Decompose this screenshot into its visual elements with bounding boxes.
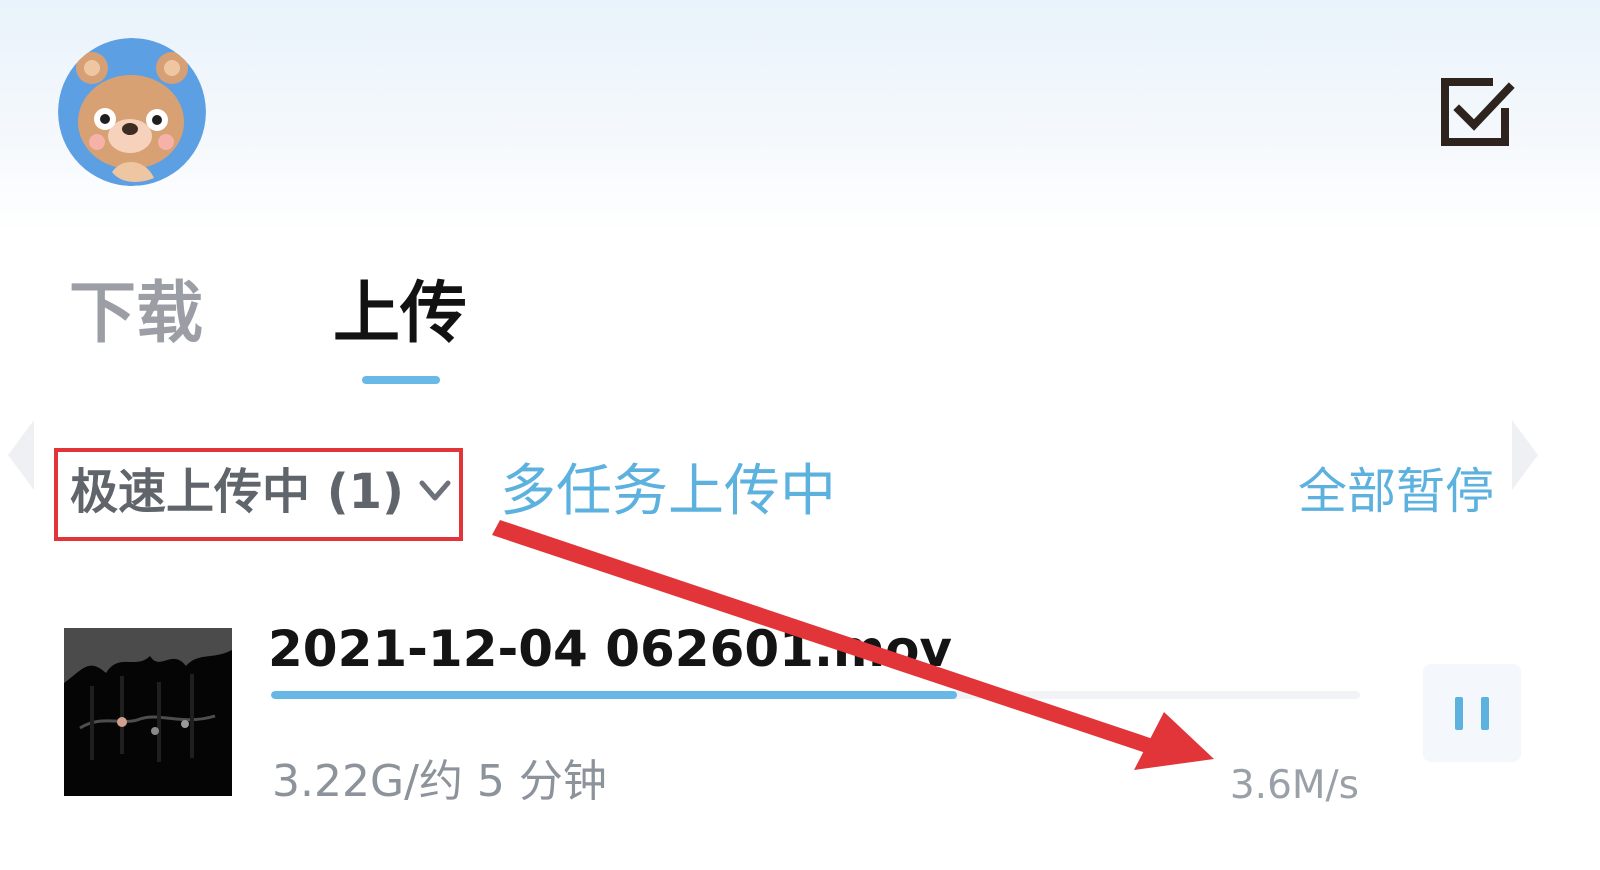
file-thumbnail bbox=[64, 628, 232, 796]
upload-progress-fill bbox=[271, 691, 958, 699]
chevron-down-icon[interactable] bbox=[418, 478, 452, 504]
file-name: 2021-12-04 062601.mov bbox=[268, 620, 953, 678]
upload-speed: 3.6M/s bbox=[1229, 763, 1359, 808]
video-thumbnail-icon bbox=[64, 628, 232, 796]
file-size-eta: 3.22G/约 5 分钟 bbox=[272, 756, 607, 807]
left-edge-arrow-icon bbox=[4, 416, 38, 494]
upload-progress-bar bbox=[271, 691, 1360, 699]
bear-avatar-icon bbox=[58, 38, 206, 186]
red-annotation-arrow bbox=[492, 520, 1214, 770]
tab-upload[interactable]: 上传 bbox=[333, 272, 467, 354]
select-mode-button[interactable] bbox=[1435, 70, 1517, 152]
right-edge-arrow-icon bbox=[1508, 416, 1542, 494]
check-square-icon bbox=[1441, 78, 1515, 146]
annotation-arrow-head bbox=[1134, 712, 1214, 770]
header-background bbox=[0, 0, 1600, 235]
tab-selected-indicator bbox=[362, 376, 440, 384]
pause-icon bbox=[1455, 697, 1489, 730]
multi-task-upload-link[interactable]: 多任务上传中 bbox=[500, 456, 836, 528]
pause-upload-button[interactable] bbox=[1423, 664, 1521, 762]
user-avatar[interactable] bbox=[58, 38, 206, 186]
upload-filter-label: 极速上传中 (1) bbox=[70, 464, 404, 520]
pause-all-button[interactable]: 全部暂停 bbox=[1298, 458, 1494, 526]
tab-download[interactable]: 下载 bbox=[69, 272, 203, 354]
